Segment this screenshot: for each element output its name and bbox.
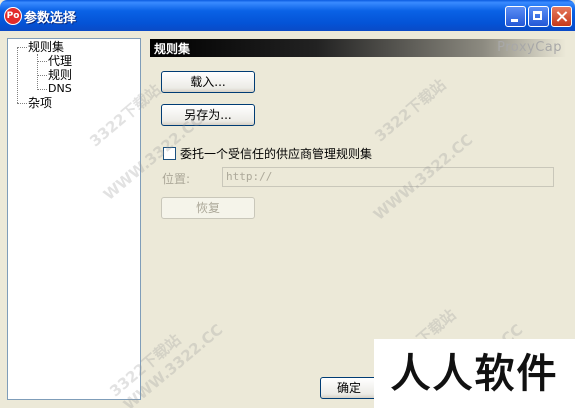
location-input[interactable]: http://	[222, 167, 554, 187]
preferences-window: Po 参数选择 规则集 代理 规则 DNS 杂项 规则集 ProxyCap 载入…	[0, 0, 575, 408]
brand-label: ProxyCap	[497, 40, 562, 55]
tree-connector	[17, 103, 27, 104]
tree-item-rules[interactable]: 规则	[48, 68, 72, 82]
tree-connector	[37, 75, 47, 76]
location-label: 位置:	[162, 172, 191, 186]
tree-item-ruleset[interactable]: 规则集	[28, 40, 64, 54]
ok-button[interactable]: 确定	[320, 377, 378, 399]
load-button[interactable]: 载入...	[161, 71, 255, 93]
maximize-button[interactable]	[528, 6, 549, 27]
tree-connector	[37, 89, 47, 90]
tree-item-dns[interactable]: DNS	[48, 82, 72, 96]
minimize-button[interactable]	[505, 6, 526, 27]
corner-logo: 人人软件园	[374, 339, 575, 408]
tree-connector	[37, 61, 47, 62]
panel-title: 规则集	[154, 42, 191, 56]
category-tree[interactable]: 规则集 代理 规则 DNS 杂项	[7, 38, 141, 400]
tree-connector	[17, 47, 27, 48]
corner-logo-text: 人人软件园	[390, 350, 559, 397]
title-bar[interactable]: Po 参数选择	[0, 0, 575, 31]
tree-item-misc[interactable]: 杂项	[28, 96, 52, 110]
tree-connector	[37, 54, 38, 90]
watermark-site: 3322下载站	[371, 75, 450, 146]
trusted-provider-label[interactable]: 委托一个受信任的供应商管理规则集	[180, 145, 372, 162]
restore-button[interactable]: 恢复	[161, 197, 255, 219]
app-icon: Po	[4, 7, 22, 25]
tree-item-proxy[interactable]: 代理	[48, 54, 72, 68]
save-as-button[interactable]: 另存为...	[161, 104, 255, 126]
tree-connector	[17, 47, 18, 103]
panel-header: 规则集 ProxyCap	[150, 39, 566, 57]
close-button[interactable]	[551, 6, 572, 27]
window-title: 参数选择	[24, 11, 77, 26]
